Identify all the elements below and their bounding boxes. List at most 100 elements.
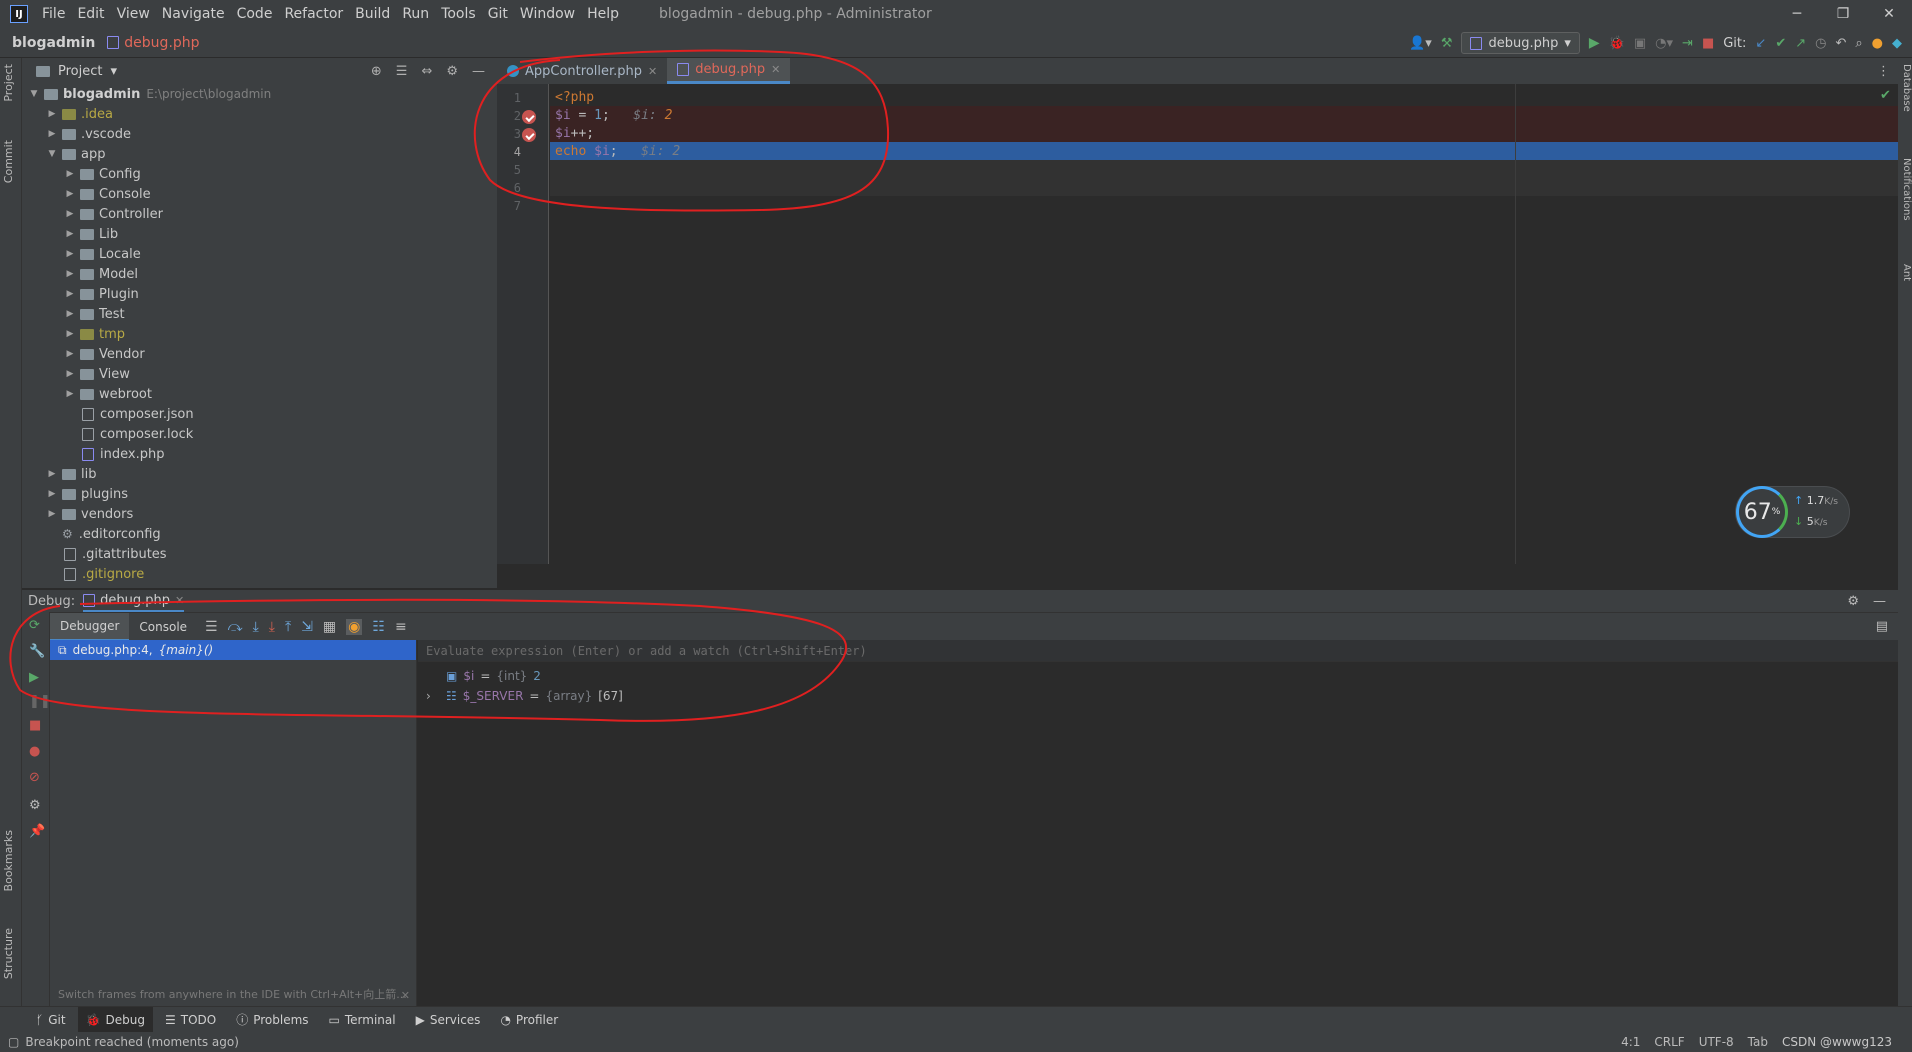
tool-tab-terminal[interactable]: ▭ Terminal [321, 1007, 404, 1033]
chevron-right-icon[interactable]: ▶ [46, 489, 58, 499]
resume-icon[interactable]: ▶ [29, 670, 39, 685]
menu-help[interactable]: Help [581, 6, 625, 22]
expand-icon[interactable]: › [426, 689, 440, 703]
step-out-icon[interactable]: ⤒ [285, 619, 291, 635]
profile-icon[interactable]: ◔▾ [1655, 36, 1673, 51]
chevron-right-icon[interactable]: ▶ [64, 229, 76, 239]
tree-item[interactable]: ⚙ .editorconfig [22, 524, 497, 544]
tree-item[interactable]: .gitignore [22, 564, 497, 584]
tree-item[interactable]: composer.lock [22, 424, 497, 444]
git-rollback-icon[interactable]: ↶ [1835, 36, 1846, 51]
close-icon[interactable]: ✕ [1866, 6, 1912, 22]
view-breakpoints-icon[interactable]: ● [29, 744, 40, 759]
mute-breakpoints-icon[interactable]: ⊘ [29, 770, 40, 785]
evaluate-expression-icon[interactable]: ▦ [323, 619, 336, 635]
bookmarks-tool-tab[interactable]: Bookmarks [2, 830, 15, 891]
tool-tab-debug[interactable]: 🐞 Debug [77, 1006, 153, 1033]
line-number[interactable]: 4 [497, 145, 521, 159]
minimize-icon[interactable]: ─ [1774, 6, 1820, 22]
tab-debugger[interactable]: Debugger [50, 612, 130, 641]
tree-item[interactable]: ▶ webroot [22, 384, 497, 404]
database-tool-tab[interactable]: Database [1901, 64, 1912, 112]
chevron-right-icon[interactable]: ▶ [64, 189, 76, 199]
menu-run[interactable]: Run [396, 6, 435, 22]
menu-view[interactable]: View [111, 6, 156, 22]
chevron-right-icon[interactable]: ▶ [64, 269, 76, 279]
breakpoint-icon[interactable] [522, 110, 536, 124]
tree-item[interactable]: ▶ Console [22, 184, 497, 204]
frames-icon[interactable]: ☷ [372, 619, 385, 635]
notifications-tool-tab[interactable]: Notifications [1901, 158, 1912, 221]
menu-navigate[interactable]: Navigate [156, 6, 231, 22]
line-number[interactable]: 3 [497, 127, 521, 141]
close-tab-icon[interactable]: ✕ [175, 594, 184, 607]
restore-icon[interactable]: ❐ [1820, 6, 1866, 22]
tab-debug-php[interactable]: debug.php ✕ [667, 58, 791, 84]
update-icon[interactable]: ● [1872, 36, 1883, 51]
tree-item[interactable]: ▼ app [22, 144, 497, 164]
chevron-right-icon[interactable]: ▶ [46, 129, 58, 139]
debug-session-tab[interactable]: debug.php ✕ [83, 590, 185, 612]
code-line[interactable]: <?php [550, 88, 1898, 106]
tree-item[interactable]: index.php [22, 444, 497, 464]
tree-item[interactable]: ▶ vendors [22, 504, 497, 524]
menu-file[interactable]: File [36, 6, 71, 22]
show-menu-icon[interactable]: ☰ [205, 619, 218, 635]
wrench-icon[interactable]: 🔧 [29, 644, 45, 659]
tree-item[interactable]: ▶ Controller [22, 204, 497, 224]
ant-tool-tab[interactable]: Ant [1901, 264, 1912, 281]
collapse-all-icon[interactable]: ⇔ [421, 64, 432, 79]
indent-setting[interactable]: Tab [1748, 1035, 1768, 1049]
chevron-right-icon[interactable]: ▶ [46, 509, 58, 519]
chevron-right-icon[interactable]: ▶ [46, 109, 58, 119]
chevron-right-icon[interactable]: ▶ [64, 369, 76, 379]
evaluate-input[interactable]: Evaluate expression (Enter) or add a wat… [418, 640, 1898, 662]
menu-window[interactable]: Window [514, 6, 581, 22]
tool-tab-profiler[interactable]: ◔ Profiler [492, 1007, 566, 1033]
layout-icon[interactable]: ▤ [1876, 619, 1898, 634]
line-number[interactable]: 1 [497, 91, 521, 105]
tree-item[interactable]: ▶ .vscode [22, 124, 497, 144]
code-line[interactable] [550, 196, 1898, 214]
menu-tools[interactable]: Tools [435, 6, 482, 22]
chevron-right-icon[interactable]: ▶ [46, 469, 58, 479]
step-into-icon[interactable]: ⤓ [253, 619, 259, 635]
gear-icon[interactable]: ⚙ [446, 64, 458, 79]
git-history-icon[interactable]: ◷ [1815, 36, 1826, 51]
line-number[interactable]: 2 [497, 109, 521, 123]
pin-icon[interactable]: 📌 [29, 824, 45, 839]
coverage-icon[interactable]: ▣ [1634, 36, 1646, 51]
locate-icon[interactable]: ⊕ [371, 64, 382, 79]
plugin-icon[interactable]: ◆ [1892, 36, 1902, 51]
tree-item[interactable]: ▶ Config [22, 164, 497, 184]
chevron-right-icon[interactable]: ▶ [64, 389, 76, 399]
tab-appcontroller[interactable]: AppController.php ✕ [497, 58, 667, 84]
run-icon[interactable]: ▶ [1589, 35, 1600, 51]
git-update-icon[interactable]: ↙ [1755, 36, 1766, 51]
tree-item[interactable]: ▶ Vendor [22, 344, 497, 364]
debug-bug-icon[interactable]: 🐞 [1609, 36, 1625, 51]
breadcrumb-project[interactable]: blogadmin [12, 35, 95, 51]
tree-item[interactable]: ▶ Model [22, 264, 497, 284]
chevron-right-icon[interactable]: ▶ [64, 249, 76, 259]
chevron-right-icon[interactable]: ▶ [64, 209, 76, 219]
commit-tool-tab[interactable]: Commit [2, 140, 15, 183]
menu-git[interactable]: Git [482, 6, 514, 22]
code-line[interactable]: echo $i; $i: 2 [550, 142, 1898, 160]
line-number[interactable]: 5 [497, 163, 521, 177]
breadcrumb-file[interactable]: debug.php [107, 35, 200, 51]
line-number[interactable]: 7 [497, 199, 521, 213]
tree-item[interactable]: ▶ lib [22, 464, 497, 484]
step-over-icon[interactable]: ⤼ [228, 619, 243, 635]
tree-item[interactable]: ▶ Test [22, 304, 497, 324]
hide-icon[interactable]: — [1873, 594, 1886, 609]
threads-icon[interactable]: ≡ [395, 619, 407, 635]
variable-row[interactable]: › ☷ $_SERVER = {array} [67] [418, 686, 1898, 706]
chevron-right-icon[interactable]: ▶ [64, 169, 76, 179]
menu-refactor[interactable]: Refactor [278, 6, 349, 22]
line-number[interactable]: 6 [497, 181, 521, 195]
build-hammer-icon[interactable]: ⚒ [1441, 36, 1453, 51]
xdebug-toggle-icon[interactable]: ◉ [346, 618, 363, 635]
file-encoding[interactable]: UTF-8 [1699, 1035, 1734, 1049]
close-tip-icon[interactable]: ✕ [401, 989, 410, 1002]
